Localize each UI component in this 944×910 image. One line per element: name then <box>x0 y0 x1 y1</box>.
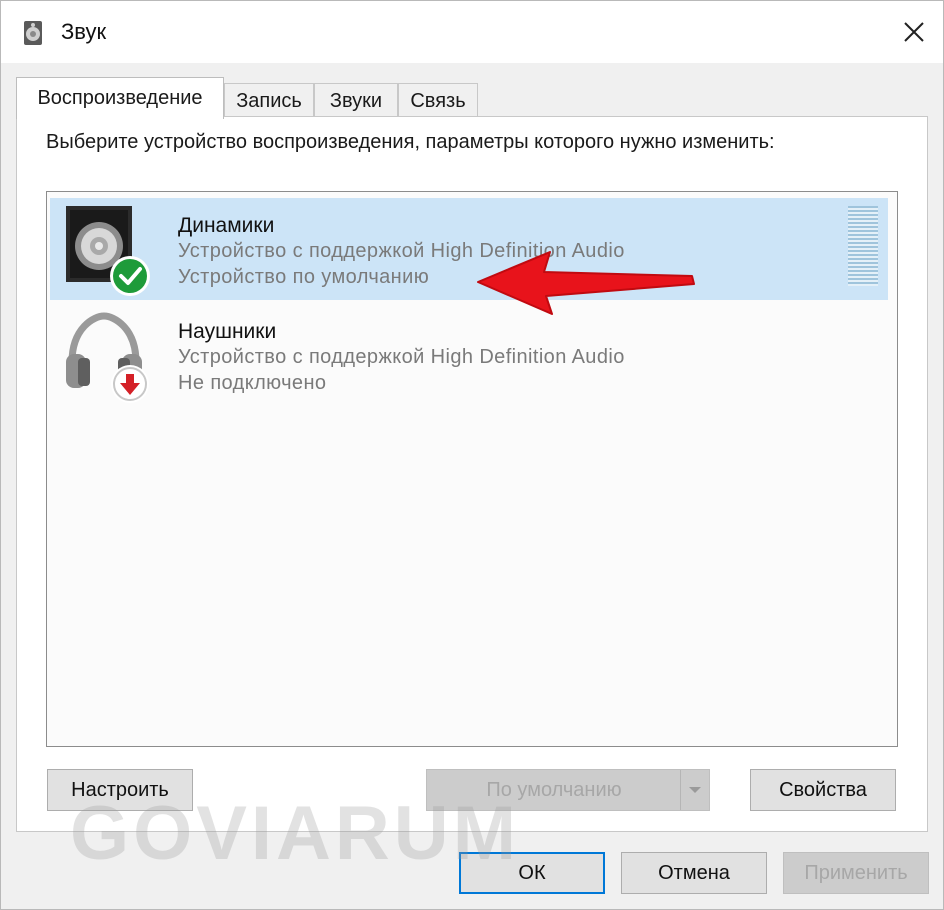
volume-level-meter <box>848 206 878 286</box>
tab-sounds[interactable]: Звуки <box>314 83 398 117</box>
device-description: Устройство с поддержкой High Definition … <box>178 346 625 368</box>
playback-panel: Выберите устройство воспроизведения, пар… <box>16 116 928 832</box>
window-title: Звук <box>61 19 107 44</box>
ok-button[interactable]: ОК <box>459 852 605 894</box>
red-arrow-annotation-icon <box>477 251 695 315</box>
speaker-icon <box>66 206 150 296</box>
tab-communications[interactable]: Связь <box>398 83 478 117</box>
instruction-text: Выберите устройство воспроизведения, пар… <box>46 131 775 153</box>
set-default-split-button[interactable]: По умолчанию <box>426 769 710 811</box>
headphones-icon <box>66 312 149 403</box>
speaker-app-icon <box>24 21 42 45</box>
set-default-label: По умолчанию <box>486 779 622 801</box>
cancel-button[interactable]: Отмена <box>621 852 767 894</box>
properties-button[interactable]: Свойства <box>750 769 896 811</box>
title-bar: Звук <box>1 1 943 63</box>
tab-recording[interactable]: Запись <box>224 83 314 117</box>
chevron-down-icon[interactable] <box>680 770 709 810</box>
device-item-headphones[interactable]: Наушники Устройство с поддержкой High De… <box>50 304 888 406</box>
close-button[interactable] <box>885 1 943 63</box>
tab-playback[interactable]: Воспроизведение <box>16 77 224 119</box>
device-status: Не подключено <box>178 372 327 394</box>
device-name: Динамики <box>178 214 275 237</box>
device-item-speakers[interactable]: Динамики Устройство с поддержкой High De… <box>50 198 888 300</box>
device-name: Наушники <box>178 320 277 343</box>
down-arrow-badge-icon <box>111 365 149 403</box>
apply-button[interactable]: Применить <box>783 852 929 894</box>
check-badge-icon <box>110 256 150 296</box>
configure-button[interactable]: Настроить <box>47 769 193 811</box>
sound-dialog: Звук Воспроизведение Запись Звуки Связь … <box>0 0 944 910</box>
close-icon <box>904 22 924 42</box>
device-status: Устройство по умолчанию <box>178 266 430 288</box>
